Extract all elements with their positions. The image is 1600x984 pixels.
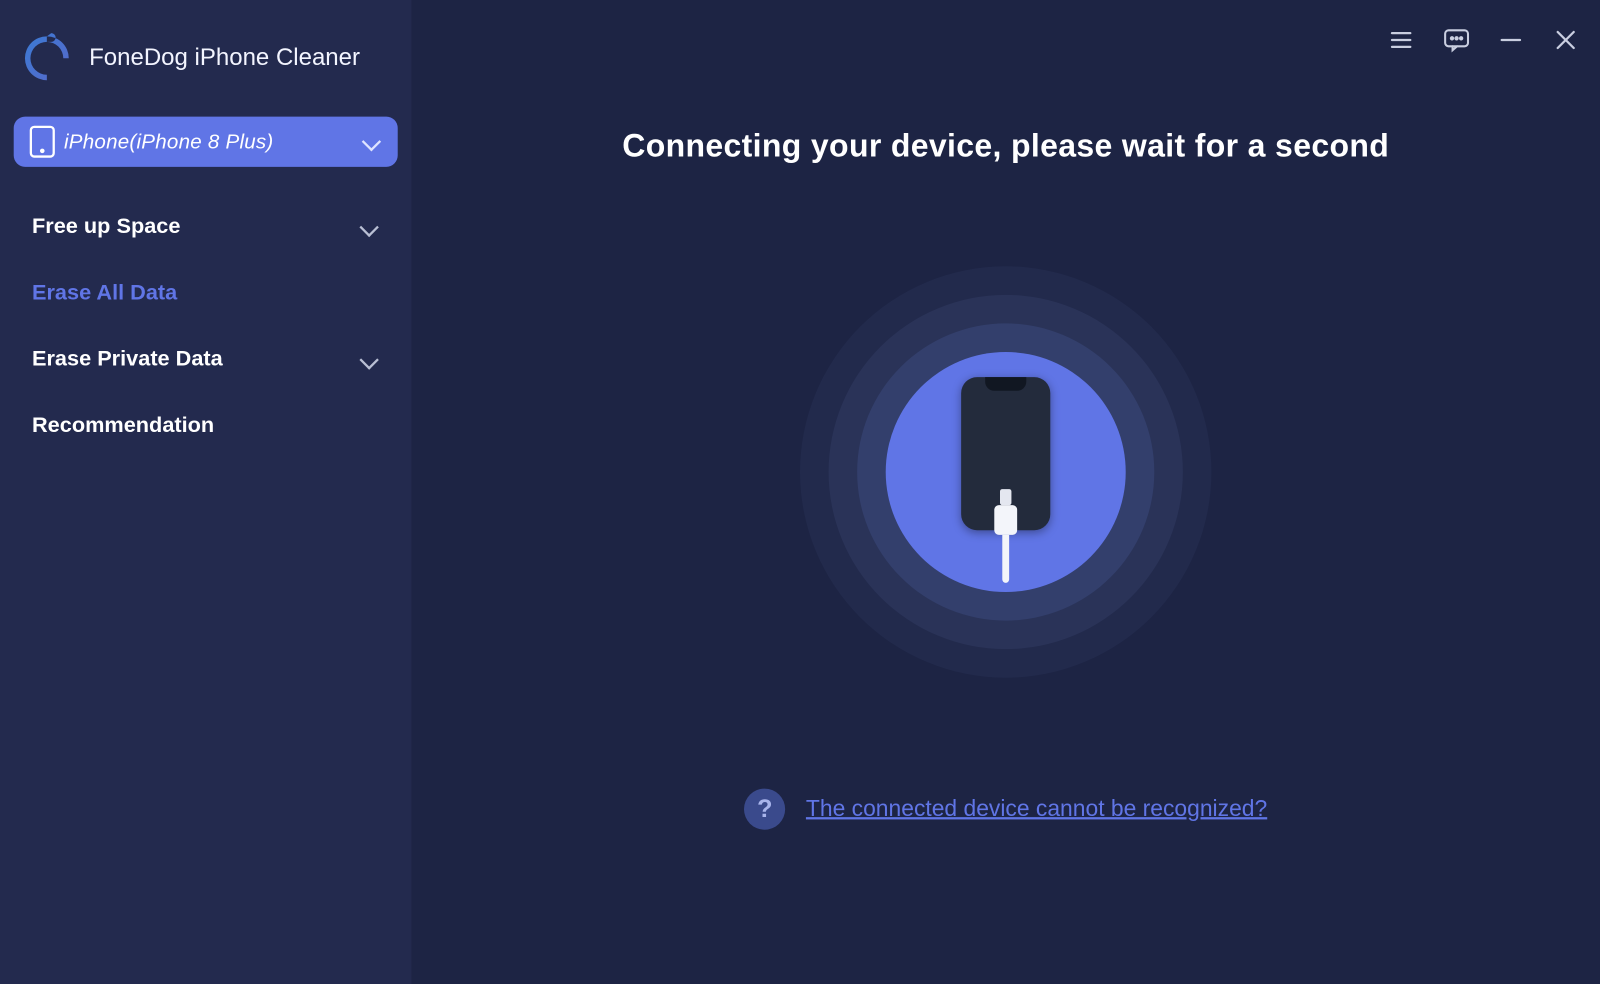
chevron-down-icon xyxy=(359,350,380,371)
titlebar xyxy=(1384,23,1583,57)
feedback-icon[interactable] xyxy=(1439,23,1473,57)
minimize-icon[interactable] xyxy=(1494,23,1528,57)
device-selector[interactable]: iPhone(iPhone 8 Plus) xyxy=(14,117,398,167)
close-icon[interactable] xyxy=(1549,23,1583,57)
sidebar: FoneDog iPhone Cleaner iPhone(iPhone 8 P… xyxy=(0,0,411,984)
sidebar-item-free-up-space[interactable]: Free up Space xyxy=(21,194,391,260)
sidebar-item-recommendation[interactable]: Recommendation xyxy=(21,393,391,459)
app-title: FoneDog iPhone Cleaner xyxy=(89,45,360,72)
chevron-down-icon xyxy=(361,131,382,152)
connecting-graphic xyxy=(800,266,1211,677)
chevron-down-icon xyxy=(359,217,380,238)
brand: FoneDog iPhone Cleaner xyxy=(9,11,402,116)
sidebar-item-label: Recommendation xyxy=(32,414,214,439)
status-title: Connecting your device, please wait for … xyxy=(411,128,1600,165)
device-label: iPhone(iPhone 8 Plus) xyxy=(64,130,352,154)
sidebar-item-erase-private-data[interactable]: Erase Private Data xyxy=(21,327,391,393)
sidebar-menu: Free up Space Erase All Data Erase Priva… xyxy=(9,183,402,471)
main-area: Connecting your device, please wait for … xyxy=(411,0,1600,984)
sidebar-item-label: Free up Space xyxy=(32,215,180,240)
app-logo-icon xyxy=(21,32,74,85)
sidebar-item-label: Erase All Data xyxy=(32,281,177,306)
cable-graphic-icon xyxy=(994,489,1017,583)
menu-icon[interactable] xyxy=(1384,23,1418,57)
phone-icon xyxy=(30,126,55,158)
sidebar-item-erase-all-data[interactable]: Erase All Data xyxy=(21,261,391,327)
help-icon[interactable]: ? xyxy=(744,789,785,830)
help-line: ? The connected device cannot be recogni… xyxy=(411,789,1600,830)
sidebar-item-label: Erase Private Data xyxy=(32,347,223,372)
help-link[interactable]: The connected device cannot be recognize… xyxy=(806,796,1267,822)
